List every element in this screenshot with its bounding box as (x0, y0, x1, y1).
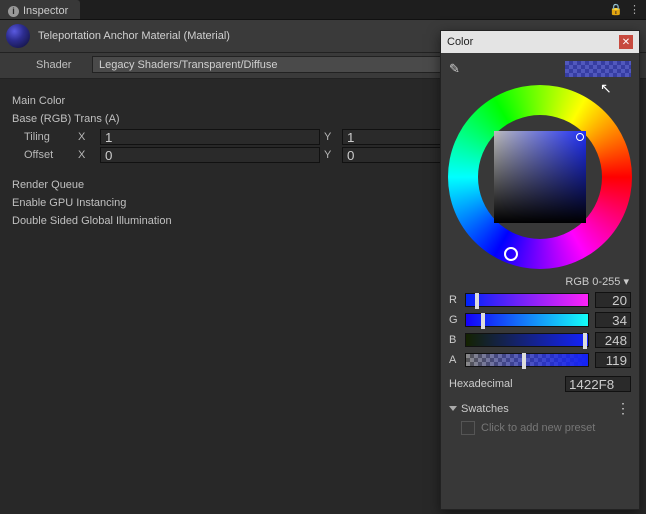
sv-cursor[interactable] (576, 133, 584, 141)
g-slider[interactable] (465, 313, 589, 327)
b-label: B (449, 334, 459, 346)
foldout-icon (449, 406, 457, 411)
tab-label: Inspector (23, 5, 68, 17)
offset-x-input[interactable] (100, 147, 320, 163)
a-slider[interactable] (465, 353, 589, 367)
swatches-header[interactable]: Swatches ⋮ (441, 394, 639, 419)
r-row: R (441, 290, 639, 310)
offset-label: Offset (24, 149, 74, 161)
r-label: R (449, 294, 459, 306)
swatch-hint: Click to add new preset (481, 422, 595, 434)
a-label: A (449, 354, 459, 366)
lock-icon[interactable]: 🔒 (609, 3, 623, 16)
a-row: A (441, 350, 639, 370)
a-input[interactable] (595, 352, 631, 368)
g-label: G (449, 314, 459, 326)
swatch-menu-icon[interactable]: ⋮ (616, 400, 631, 417)
color-mode-dropdown[interactable]: RGB 0-255 ▾ (565, 276, 629, 288)
b-slider[interactable] (465, 333, 589, 347)
g-input[interactable] (595, 312, 631, 328)
info-icon: i (8, 6, 19, 17)
close-icon[interactable]: ✕ (619, 35, 633, 49)
shader-value: Legacy Shaders/Transparent/Diffuse (99, 59, 278, 71)
color-picker-titlebar[interactable]: Color ✕ (441, 31, 639, 53)
material-preview-icon (6, 24, 30, 48)
inspector-tab[interactable]: i Inspector (0, 0, 80, 19)
g-row: G (441, 310, 639, 330)
b-input[interactable] (595, 332, 631, 348)
r-input[interactable] (595, 292, 631, 308)
tiling-label: Tiling (24, 131, 74, 143)
hex-input[interactable] (565, 376, 631, 392)
swatch-add-slot[interactable] (461, 421, 475, 435)
sv-box[interactable] (494, 131, 586, 223)
swatches-label: Swatches (461, 403, 509, 415)
tiling-x-input[interactable] (100, 129, 320, 145)
axis-y2: Y (324, 149, 338, 161)
axis-x2: X (78, 149, 96, 161)
b-row: B (441, 330, 639, 350)
color-preview-swatch (565, 61, 631, 77)
tab-bar: i Inspector 🔒 ⋮ (0, 0, 646, 20)
shader-label: Shader (36, 59, 86, 71)
color-picker: Color ✕ ✎ RGB 0-255 ▾ R G B (440, 30, 640, 510)
tab-menu-icon[interactable]: ⋮ (629, 3, 640, 16)
hex-row: Hexadecimal (441, 370, 639, 394)
axis-x: X (78, 131, 96, 143)
swatches-body: Click to add new preset (441, 419, 639, 445)
axis-y: Y (324, 131, 338, 143)
eyedropper-icon[interactable]: ✎ (449, 61, 460, 77)
hex-label: Hexadecimal (449, 378, 559, 390)
color-picker-title: Color (447, 36, 473, 48)
r-slider[interactable] (465, 293, 589, 307)
hue-cursor[interactable] (504, 247, 518, 261)
color-wheel[interactable] (448, 85, 632, 269)
